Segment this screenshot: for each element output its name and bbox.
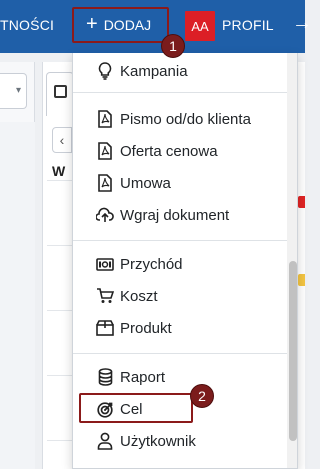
top-navbar: TNOŚCI + DODAJ AA PROFIL → xyxy=(0,0,312,53)
menu-item-koszt[interactable]: Koszt xyxy=(73,281,285,311)
shopping-cart-icon xyxy=(95,286,115,306)
grid-line xyxy=(47,375,73,376)
step-badge-1: 1 xyxy=(161,34,185,58)
add-button-label: DODAJ xyxy=(103,17,152,33)
file-pdf-icon xyxy=(95,109,115,129)
menu-item-label: Kampania xyxy=(120,62,188,80)
menu-item-label: Oferta cenowa xyxy=(120,142,218,160)
nav-item-activities[interactable]: TNOŚCI xyxy=(0,17,54,33)
cel-highlight-box xyxy=(79,393,193,423)
menu-item-label: Przychód xyxy=(120,255,183,273)
grid-line xyxy=(47,310,73,311)
week-column-header: W xyxy=(52,163,66,179)
menu-item-label: Koszt xyxy=(120,287,158,305)
add-button[interactable]: + DODAJ xyxy=(72,7,169,43)
menu-item-label: Produkt xyxy=(120,319,172,337)
money-bill-icon xyxy=(95,254,115,274)
tab-calendar[interactable] xyxy=(46,72,74,116)
left-panel xyxy=(0,122,35,469)
menu-item-label: Użytkownik xyxy=(120,432,196,450)
add-dropdown-menu: Kampania Pismo od/do klienta Oferta ceno… xyxy=(72,53,298,469)
dropdown-scrollbar-thumb[interactable] xyxy=(289,261,297,441)
event-marker-yellow[interactable] xyxy=(298,274,305,286)
profile-link[interactable]: PROFIL xyxy=(222,17,274,33)
lightbulb-icon xyxy=(95,61,115,81)
calendar-icon xyxy=(54,85,67,98)
menu-divider xyxy=(73,92,297,93)
menu-item-produkt[interactable]: Produkt xyxy=(73,313,285,343)
database-icon xyxy=(95,367,115,387)
grid-line xyxy=(47,245,73,246)
file-pdf-icon xyxy=(95,173,115,193)
menu-item-oferta[interactable]: Oferta cenowa xyxy=(73,136,285,166)
event-marker-red[interactable] xyxy=(298,196,305,208)
menu-item-label: Raport xyxy=(120,368,166,386)
menu-item-label: Wgraj dokument xyxy=(120,206,230,224)
logout-icon[interactable]: → xyxy=(292,12,312,35)
step-badge-2: 2 xyxy=(190,384,214,408)
cloud-upload-icon xyxy=(95,205,115,225)
menu-item-pismo[interactable]: Pismo od/do klienta xyxy=(73,104,285,134)
plus-icon: + xyxy=(86,13,98,35)
menu-item-umowa[interactable]: Umowa xyxy=(73,168,285,198)
menu-item-uzytkownik[interactable]: Użytkownik xyxy=(73,426,285,456)
menu-item-label: Umowa xyxy=(120,174,171,192)
grid-line xyxy=(47,180,73,181)
grid-line xyxy=(47,440,73,441)
user-icon xyxy=(95,431,115,451)
box-icon xyxy=(95,318,115,338)
chevron-down-icon: ▾ xyxy=(15,85,21,96)
menu-divider xyxy=(73,353,297,354)
prev-button[interactable]: ‹ xyxy=(52,127,72,153)
menu-item-raport[interactable]: Raport xyxy=(73,362,285,392)
menu-item-label: Pismo od/do klienta xyxy=(120,110,251,128)
menu-item-kampania[interactable]: Kampania xyxy=(73,56,285,86)
avatar[interactable]: AA xyxy=(185,11,215,41)
menu-item-przychod[interactable]: Przychód xyxy=(73,249,285,279)
file-pdf-icon xyxy=(95,141,115,161)
filter-select[interactable]: ▾ xyxy=(0,73,27,109)
menu-divider xyxy=(73,240,297,241)
menu-item-wgraj-dokument[interactable]: Wgraj dokument xyxy=(73,200,285,230)
